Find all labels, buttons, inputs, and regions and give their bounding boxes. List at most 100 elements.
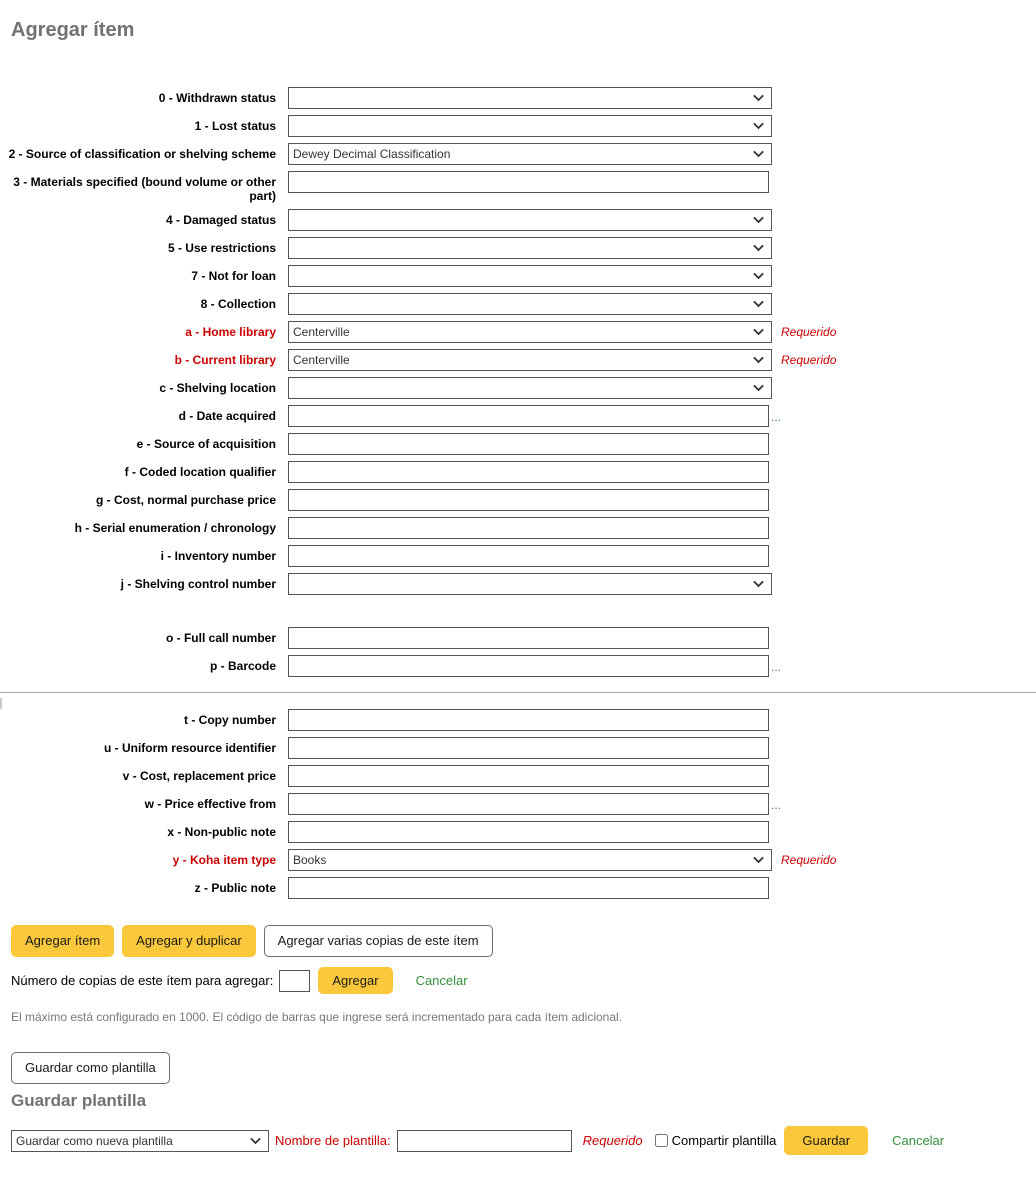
field-control-wrap: Centerville Requerido	[288, 321, 836, 343]
field-text-input[interactable]	[288, 765, 769, 787]
field-more-options-link[interactable]: ...	[771, 405, 781, 423]
template-select-wrap: Guardar como nueva plantilla	[11, 1129, 269, 1152]
form-row: d - Date acquired...	[0, 405, 1036, 427]
field-select[interactable]: Books	[288, 849, 772, 871]
form-row: 4 - Damaged status	[0, 209, 1036, 231]
add-multiple-copies-button[interactable]: Agregar varias copias de este ítem	[263, 925, 493, 957]
template-select[interactable]: Guardar como nueva plantilla	[11, 1129, 269, 1152]
field-text-input[interactable]	[288, 709, 769, 731]
select-wrap: Centerville	[288, 349, 772, 371]
field-label: t - Copy number	[184, 713, 276, 727]
select-wrap	[288, 573, 772, 595]
copies-label: Número de copias de este ítem para agreg…	[11, 973, 274, 988]
field-control-wrap	[288, 433, 769, 455]
share-template-label: Compartir plantilla	[671, 1133, 777, 1148]
field-text-input[interactable]	[288, 171, 769, 193]
field-text-input[interactable]	[288, 821, 769, 843]
select-wrap: Dewey Decimal Classification	[288, 143, 772, 165]
form-row: a - Home library Centerville Requerido	[0, 321, 1036, 343]
field-label: i - Inventory number	[160, 549, 276, 563]
field-text-input[interactable]	[288, 545, 769, 567]
field-text-input[interactable]	[288, 877, 769, 899]
field-label: b - Current library	[174, 353, 276, 367]
field-select[interactable]: Centerville	[288, 349, 772, 371]
select-wrap	[288, 237, 772, 259]
form-row: b - Current library Centerville Requerido	[0, 349, 1036, 371]
field-label: h - Serial enumeration / chronology	[74, 521, 276, 535]
field-text-input[interactable]	[288, 405, 769, 427]
add-and-duplicate-button[interactable]: Agregar y duplicar	[122, 925, 256, 957]
copies-cancel-link[interactable]: Cancelar	[416, 973, 468, 988]
field-select[interactable]	[288, 573, 772, 595]
template-required-note: Requerido	[582, 1133, 643, 1148]
field-select[interactable]	[288, 237, 772, 259]
form-row: j - Shelving control number	[0, 573, 1036, 595]
field-select[interactable]	[288, 209, 772, 231]
form-row: 2 - Source of classification or shelving…	[0, 143, 1036, 165]
field-text-input[interactable]	[288, 489, 769, 511]
form-row: 1 - Lost status	[0, 115, 1036, 137]
field-label: y - Koha item type	[172, 853, 276, 867]
template-cancel-link[interactable]: Cancelar	[892, 1133, 944, 1148]
template-save-button[interactable]: Guardar	[784, 1126, 869, 1155]
field-text-input[interactable]	[288, 627, 769, 649]
field-label: 4 - Damaged status	[165, 213, 276, 227]
field-label: f - Coded location qualifier	[124, 465, 276, 479]
field-more-options-link[interactable]: ...	[771, 793, 781, 811]
select-wrap	[288, 377, 772, 399]
field-text-input[interactable]	[288, 517, 769, 539]
field-select[interactable]: Dewey Decimal Classification	[288, 143, 772, 165]
form-row: 5 - Use restrictions	[0, 237, 1036, 259]
field-label: 3 - Materials specified (bound volume or…	[13, 175, 276, 203]
field-control-wrap	[288, 87, 772, 109]
copies-count-input[interactable]	[279, 969, 311, 992]
field-required-note: Requerido	[781, 853, 837, 867]
form-row-spacer	[0, 601, 1036, 627]
field-label: 2 - Source of classification or shelving…	[8, 147, 276, 161]
field-select[interactable]	[288, 293, 772, 315]
primary-action-bar: Agregar ítem Agregar y duplicar Agregar …	[0, 925, 1036, 957]
add-item-button[interactable]: Agregar ítem	[11, 925, 115, 957]
field-label: v - Cost, replacement price	[122, 769, 276, 783]
template-name-label: Nombre de plantilla:	[275, 1133, 391, 1148]
field-label: c - Shelving location	[159, 381, 276, 395]
form-row: 8 - Collection	[0, 293, 1036, 315]
field-select[interactable]: Centerville	[288, 321, 772, 343]
select-wrap	[288, 293, 772, 315]
field-label: e - Source of acquisition	[136, 437, 276, 451]
save-template-button-wrap: Guardar como plantilla	[0, 1052, 1036, 1084]
field-more-options-link[interactable]: ...	[771, 655, 781, 673]
field-text-input[interactable]	[288, 737, 769, 759]
form-row: 7 - Not for loan	[0, 265, 1036, 287]
share-template-checkbox[interactable]	[654, 1134, 668, 1147]
field-text-input[interactable]	[288, 433, 769, 455]
field-select[interactable]	[288, 115, 772, 137]
field-control-wrap	[288, 573, 772, 595]
field-label: j - Shelving control number	[120, 577, 276, 591]
field-label: o - Full call number	[165, 631, 276, 645]
form-row: v - Cost, replacement price	[0, 765, 1036, 787]
field-text-input[interactable]	[288, 461, 769, 483]
form-row: f - Coded location qualifier	[0, 461, 1036, 483]
form-row-spacer	[0, 683, 1036, 709]
field-text-input[interactable]	[288, 793, 769, 815]
field-label: 1 - Lost status	[194, 119, 276, 133]
select-wrap: Centerville	[288, 321, 772, 343]
field-control-wrap: ...	[288, 655, 781, 677]
field-select[interactable]	[288, 377, 772, 399]
field-control-wrap	[288, 377, 772, 399]
form-row: 0 - Withdrawn status	[0, 87, 1036, 109]
field-select[interactable]	[288, 87, 772, 109]
field-label: 7 - Not for loan	[191, 269, 276, 283]
field-select[interactable]	[288, 265, 772, 287]
field-label: p - Barcode	[209, 659, 276, 673]
field-required-note: Requerido	[781, 325, 837, 339]
field-control-wrap	[288, 171, 769, 193]
form-row: c - Shelving location	[0, 377, 1036, 399]
template-name-input[interactable]	[396, 1129, 572, 1152]
save-as-template-button[interactable]: Guardar como plantilla	[11, 1052, 170, 1084]
field-control-wrap	[288, 821, 769, 843]
field-control-wrap	[288, 517, 769, 539]
field-text-input[interactable]	[288, 655, 769, 677]
copies-add-button[interactable]: Agregar	[318, 967, 393, 994]
